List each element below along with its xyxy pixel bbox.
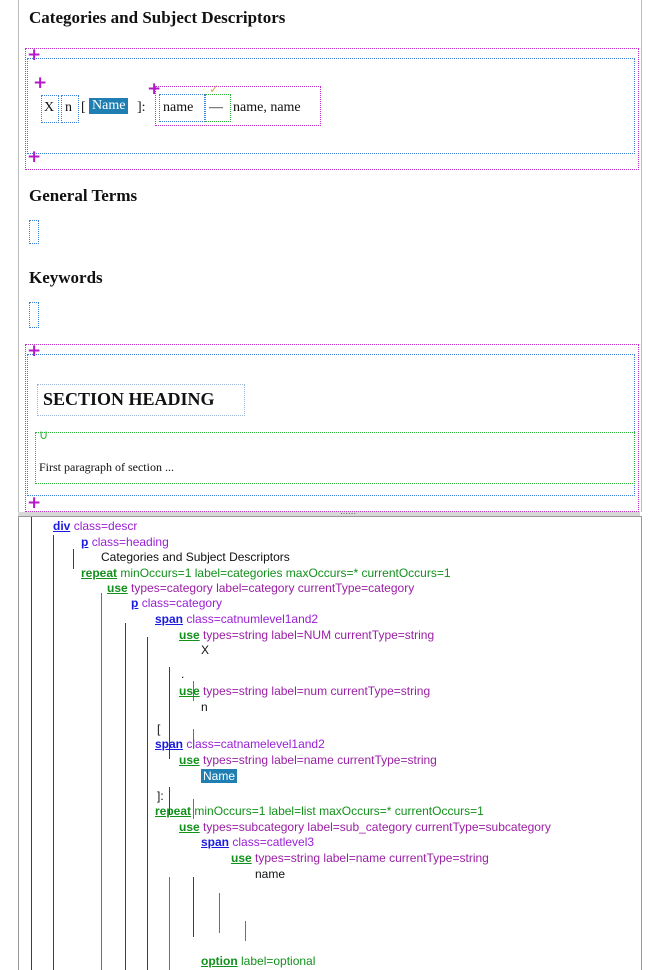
selected-text[interactable]: Name <box>201 769 238 783</box>
close-bracket: ]: <box>137 100 146 115</box>
add-icon[interactable]: + <box>27 47 41 64</box>
tree-text-node[interactable]: Categories and Subject Descriptors <box>101 550 290 565</box>
structure-tree-pane[interactable]: div class=descr p class=heading Categori… <box>18 516 642 970</box>
node-keyword: use <box>179 753 200 767</box>
tree-guide-line <box>147 637 148 970</box>
tree-guide-line <box>193 877 194 937</box>
node-attrs: types=string label=name currentType=stri… <box>203 753 437 767</box>
node-attrs: class=descr <box>73 519 138 533</box>
tree-guide-line <box>31 517 32 970</box>
add-icon[interactable]: + <box>27 149 41 166</box>
paragraph-handle-icon[interactable]: ∪ <box>39 428 49 443</box>
section-heading[interactable]: SECTION HEADING <box>43 389 215 410</box>
node-keyword: use <box>179 628 200 642</box>
tree-node[interactable]: repeat minOccurs=1 label=categories maxO… <box>81 566 451 581</box>
document-editor-pane[interactable]: Categories and Subject Descriptors + + +… <box>18 0 642 512</box>
tree-text-node[interactable]: Name <box>201 769 238 784</box>
subcategory-name[interactable]: name <box>163 100 193 116</box>
node-keyword: option <box>201 954 238 968</box>
name-field[interactable]: Name <box>87 97 130 115</box>
node-keyword: div <box>53 519 71 533</box>
first-paragraph[interactable]: First paragraph of section ... <box>39 460 174 475</box>
node-keyword: use <box>179 684 200 698</box>
tree-node[interactable]: repeat minOccurs=1 label=list maxOccurs=… <box>155 804 484 819</box>
tree-text-node[interactable]: . <box>181 667 184 682</box>
node-keyword: p <box>81 535 89 549</box>
node-attrs: class=catlevel3 <box>232 835 315 849</box>
tree-node[interactable]: use types=category label=category curren… <box>107 581 414 596</box>
tree-guide-line <box>169 877 170 970</box>
structure-tree: div class=descr p class=heading Categori… <box>19 517 641 970</box>
node-keyword: span <box>155 737 184 751</box>
tree-node[interactable]: use types=string label=name currentType=… <box>231 851 489 866</box>
node-keyword: repeat <box>81 566 118 580</box>
heading-general-terms: General Terms <box>29 186 138 205</box>
node-attrs: class=catnamelevel1and2 <box>186 737 325 751</box>
tree-node[interactable]: p class=heading <box>81 535 169 550</box>
node-attrs: types=string label=name currentType=stri… <box>255 851 489 865</box>
tree-text-node[interactable]: [ <box>157 722 160 737</box>
node-attrs: types=string label=NUM currentType=strin… <box>203 628 435 642</box>
tree-node[interactable]: p class=category <box>131 596 222 611</box>
node-keyword: span <box>155 612 184 626</box>
node-keyword: span <box>201 835 230 849</box>
tree-node[interactable]: span class=catnamelevel1and2 <box>155 737 325 752</box>
open-bracket: [ <box>81 100 86 115</box>
node-keyword: p <box>131 596 139 610</box>
node-attrs: types=category label=category currentTyp… <box>131 581 415 595</box>
tree-node[interactable]: use types=string label=num currentType=s… <box>179 684 430 699</box>
tree-node[interactable]: use types=string label=NUM currentType=s… <box>179 628 434 643</box>
add-icon[interactable]: + <box>27 495 41 512</box>
tree-guide-line <box>245 921 246 941</box>
tree-guide-line <box>73 549 74 569</box>
tree-guide-line <box>53 535 54 970</box>
node-keyword: use <box>231 851 252 865</box>
heading-categories: Categories and Subject Descriptors <box>29 8 286 27</box>
node-attrs: class=category <box>141 596 223 610</box>
tree-text-node[interactable]: ]: <box>157 789 164 804</box>
tree-guide-line <box>125 623 126 970</box>
tree-node[interactable]: use types=subcategory label=sub_category… <box>179 820 551 835</box>
paragraph-box[interactable] <box>35 432 635 484</box>
node-attrs: label=optional <box>241 954 316 968</box>
tree-node[interactable]: div class=descr <box>53 519 137 534</box>
tree-node[interactable]: span class=catnumlevel1and2 <box>155 612 318 627</box>
tree-text-node[interactable]: name <box>255 867 285 882</box>
tree-guide-line <box>101 593 102 970</box>
keywords-field[interactable] <box>29 302 39 328</box>
add-icon[interactable]: + <box>33 75 47 92</box>
tree-node[interactable]: span class=catlevel3 <box>201 835 314 850</box>
add-icon[interactable]: + <box>27 343 41 360</box>
heading-keywords: Keywords <box>29 268 103 287</box>
num-sub-field[interactable]: n <box>65 100 72 116</box>
tree-node[interactable]: use types=string label=name currentType=… <box>179 753 437 768</box>
node-attrs: types=subcategory label=sub_category cur… <box>203 820 551 834</box>
tree-text-node[interactable]: X <box>201 643 209 658</box>
node-attrs: class=catnumlevel1and2 <box>186 612 319 626</box>
node-attrs: class=heading <box>91 535 169 549</box>
num-field[interactable]: X <box>44 100 54 116</box>
node-keyword: use <box>179 820 200 834</box>
node-keyword: use <box>107 581 128 595</box>
node-keyword: repeat <box>155 804 192 818</box>
node-attrs: types=string label=num currentType=strin… <box>203 684 431 698</box>
tree-text-node[interactable]: n <box>201 700 208 715</box>
dash-separator: — <box>209 100 223 115</box>
tree-guide-line <box>219 893 220 933</box>
subcategory-list[interactable]: name, name <box>233 100 301 116</box>
node-attrs: minOccurs=1 label=list maxOccurs=* curre… <box>194 804 484 818</box>
general-terms-field[interactable] <box>29 220 39 244</box>
tree-node[interactable]: option label=optional <box>201 954 315 969</box>
node-attrs: minOccurs=1 label=categories maxOccurs=*… <box>120 566 451 580</box>
